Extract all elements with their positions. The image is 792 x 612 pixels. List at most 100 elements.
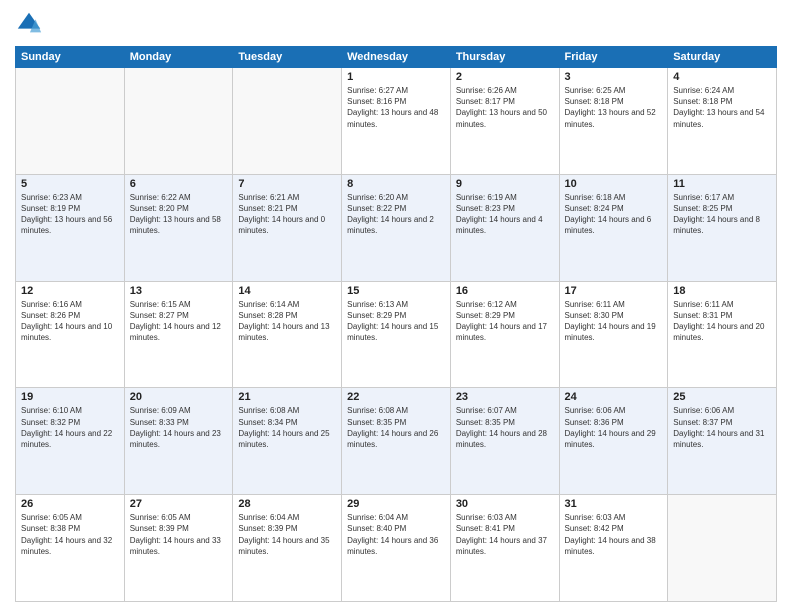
header-sunday: Sunday: [16, 47, 125, 68]
calendar-day: 10Sunrise: 6:18 AMSunset: 8:24 PMDayligh…: [559, 174, 668, 281]
calendar-day: 21Sunrise: 6:08 AMSunset: 8:34 PMDayligh…: [233, 388, 342, 495]
day-info: Sunrise: 6:11 AMSunset: 8:31 PMDaylight:…: [673, 299, 771, 344]
day-info: Sunrise: 6:20 AMSunset: 8:22 PMDaylight:…: [347, 192, 445, 237]
day-number: 6: [130, 178, 228, 190]
page: Sunday Monday Tuesday Wednesday Thursday…: [0, 0, 792, 612]
calendar-day: 2 Sunrise: 6:26 AMSunset: 8:17 PMDaylight…: [450, 68, 559, 175]
day-number: 25: [673, 391, 771, 403]
day-number: 28: [238, 498, 336, 510]
day-number: 16: [456, 285, 554, 297]
calendar-day: 27 Sunrise: 6:05 AMSunset: 8:39 PMDayligh…: [124, 495, 233, 602]
day-number: 14: [238, 285, 336, 297]
calendar-day: 23Sunrise: 6:07 AMSunset: 8:35 PMDayligh…: [450, 388, 559, 495]
day-info: Sunrise: 6:24 AMSunset: 8:18 PMDaylight:…: [673, 85, 771, 130]
day-info: Sunrise: 6:14 AMSunset: 8:28 PMDaylight:…: [238, 299, 336, 344]
header-thursday: Thursday: [450, 47, 559, 68]
day-number: 19: [21, 391, 119, 403]
day-number: 4: [673, 71, 771, 83]
calendar-day: 28 Sunrise: 6:04 AMSunset: 8:39 PMDayligh…: [233, 495, 342, 602]
header: [15, 10, 777, 38]
day-info: Sunrise: 6:18 AMSunset: 8:24 PMDaylight:…: [565, 192, 663, 237]
day-number: 21: [238, 391, 336, 403]
calendar-table: Sunday Monday Tuesday Wednesday Thursday…: [15, 46, 777, 602]
calendar-day: 5Sunrise: 6:23 AMSunset: 8:19 PMDaylight…: [16, 174, 125, 281]
calendar-day: 29 Sunrise: 6:04 AMSunset: 8:40 PMDayligh…: [342, 495, 451, 602]
day-info: Sunrise: 6:21 AMSunset: 8:21 PMDaylight:…: [238, 192, 336, 237]
day-number: 8: [347, 178, 445, 190]
calendar-day: 3Sunrise: 6:25 AMSunset: 8:18 PMDaylight…: [559, 68, 668, 175]
day-info: Sunrise: 6:17 AMSunset: 8:25 PMDaylight:…: [673, 192, 771, 237]
calendar-day: [668, 495, 777, 602]
header-monday: Monday: [124, 47, 233, 68]
calendar-day: 24 Sunrise: 6:06 AMSunset: 8:36 PMDayligh…: [559, 388, 668, 495]
day-info: Sunrise: 6:03 AMSunset: 8:42 PMDaylight:…: [565, 512, 663, 557]
day-info: Sunrise: 6:06 AMSunset: 8:36 PMDaylight:…: [565, 405, 663, 450]
day-info: Sunrise: 6:06 AMSunset: 8:37 PMDaylight:…: [673, 405, 771, 450]
day-number: 27: [130, 498, 228, 510]
calendar-day: 6Sunrise: 6:22 AMSunset: 8:20 PMDaylight…: [124, 174, 233, 281]
day-info: Sunrise: 6:15 AMSunset: 8:27 PMDaylight:…: [130, 299, 228, 344]
day-info: Sunrise: 6:05 AMSunset: 8:39 PMDaylight:…: [130, 512, 228, 557]
calendar-day: 15 Sunrise: 6:13 AMSunset: 8:29 PMDayligh…: [342, 281, 451, 388]
day-number: 13: [130, 285, 228, 297]
day-info: Sunrise: 6:09 AMSunset: 8:33 PMDaylight:…: [130, 405, 228, 450]
day-number: 7: [238, 178, 336, 190]
day-info: Sunrise: 6:27 AMSunset: 8:16 PMDaylight:…: [347, 85, 445, 130]
day-info: Sunrise: 6:07 AMSunset: 8:35 PMDaylight:…: [456, 405, 554, 450]
header-wednesday: Wednesday: [342, 47, 451, 68]
calendar-day: 9Sunrise: 6:19 AMSunset: 8:23 PMDaylight…: [450, 174, 559, 281]
calendar-week-1: 1Sunrise: 6:27 AMSunset: 8:16 PMDaylight…: [16, 68, 777, 175]
calendar-day: [124, 68, 233, 175]
calendar-day: 14 Sunrise: 6:14 AMSunset: 8:28 PMDayligh…: [233, 281, 342, 388]
calendar-day: 4 Sunrise: 6:24 AMSunset: 8:18 PMDaylight…: [668, 68, 777, 175]
calendar-day: 19Sunrise: 6:10 AMSunset: 8:32 PMDayligh…: [16, 388, 125, 495]
calendar-day: 13 Sunrise: 6:15 AMSunset: 8:27 PMDayligh…: [124, 281, 233, 388]
calendar-day: 26 Sunrise: 6:05 AMSunset: 8:38 PMDayligh…: [16, 495, 125, 602]
day-number: 15: [347, 285, 445, 297]
calendar-day: 30 Sunrise: 6:03 AMSunset: 8:41 PMDayligh…: [450, 495, 559, 602]
weekday-header-row: Sunday Monday Tuesday Wednesday Thursday…: [16, 47, 777, 68]
logo: [15, 10, 47, 38]
day-number: 18: [673, 285, 771, 297]
calendar-week-3: 12 Sunrise: 6:16 AMSunset: 8:26 PMDayligh…: [16, 281, 777, 388]
day-info: Sunrise: 6:26 AMSunset: 8:17 PMDaylight:…: [456, 85, 554, 130]
day-number: 11: [673, 178, 771, 190]
calendar-day: 25 Sunrise: 6:06 AMSunset: 8:37 PMDayligh…: [668, 388, 777, 495]
calendar-day: [233, 68, 342, 175]
day-info: Sunrise: 6:16 AMSunset: 8:26 PMDaylight:…: [21, 299, 119, 344]
day-info: Sunrise: 6:04 AMSunset: 8:40 PMDaylight:…: [347, 512, 445, 557]
day-info: Sunrise: 6:13 AMSunset: 8:29 PMDaylight:…: [347, 299, 445, 344]
calendar-week-4: 19Sunrise: 6:10 AMSunset: 8:32 PMDayligh…: [16, 388, 777, 495]
calendar-day: 7 Sunrise: 6:21 AMSunset: 8:21 PMDaylight…: [233, 174, 342, 281]
calendar-day: 16 Sunrise: 6:12 AMSunset: 8:29 PMDayligh…: [450, 281, 559, 388]
day-info: Sunrise: 6:04 AMSunset: 8:39 PMDaylight:…: [238, 512, 336, 557]
header-tuesday: Tuesday: [233, 47, 342, 68]
calendar-day: 18 Sunrise: 6:11 AMSunset: 8:31 PMDayligh…: [668, 281, 777, 388]
header-saturday: Saturday: [668, 47, 777, 68]
calendar-day: 1Sunrise: 6:27 AMSunset: 8:16 PMDaylight…: [342, 68, 451, 175]
day-number: 3: [565, 71, 663, 83]
day-number: 12: [21, 285, 119, 297]
calendar-week-2: 5Sunrise: 6:23 AMSunset: 8:19 PMDaylight…: [16, 174, 777, 281]
calendar-day: 11 Sunrise: 6:17 AMSunset: 8:25 PMDayligh…: [668, 174, 777, 281]
day-number: 30: [456, 498, 554, 510]
header-friday: Friday: [559, 47, 668, 68]
day-number: 24: [565, 391, 663, 403]
day-info: Sunrise: 6:12 AMSunset: 8:29 PMDaylight:…: [456, 299, 554, 344]
logo-icon: [15, 10, 43, 38]
day-number: 2: [456, 71, 554, 83]
day-number: 26: [21, 498, 119, 510]
day-number: 17: [565, 285, 663, 297]
calendar-day: 17 Sunrise: 6:11 AMSunset: 8:30 PMDayligh…: [559, 281, 668, 388]
day-number: 29: [347, 498, 445, 510]
calendar-day: 31Sunrise: 6:03 AMSunset: 8:42 PMDayligh…: [559, 495, 668, 602]
calendar-day: [16, 68, 125, 175]
day-info: Sunrise: 6:03 AMSunset: 8:41 PMDaylight:…: [456, 512, 554, 557]
day-number: 9: [456, 178, 554, 190]
calendar-day: 22Sunrise: 6:08 AMSunset: 8:35 PMDayligh…: [342, 388, 451, 495]
day-info: Sunrise: 6:23 AMSunset: 8:19 PMDaylight:…: [21, 192, 119, 237]
day-info: Sunrise: 6:05 AMSunset: 8:38 PMDaylight:…: [21, 512, 119, 557]
calendar-day: 20Sunrise: 6:09 AMSunset: 8:33 PMDayligh…: [124, 388, 233, 495]
day-info: Sunrise: 6:11 AMSunset: 8:30 PMDaylight:…: [565, 299, 663, 344]
calendar-week-5: 26 Sunrise: 6:05 AMSunset: 8:38 PMDayligh…: [16, 495, 777, 602]
